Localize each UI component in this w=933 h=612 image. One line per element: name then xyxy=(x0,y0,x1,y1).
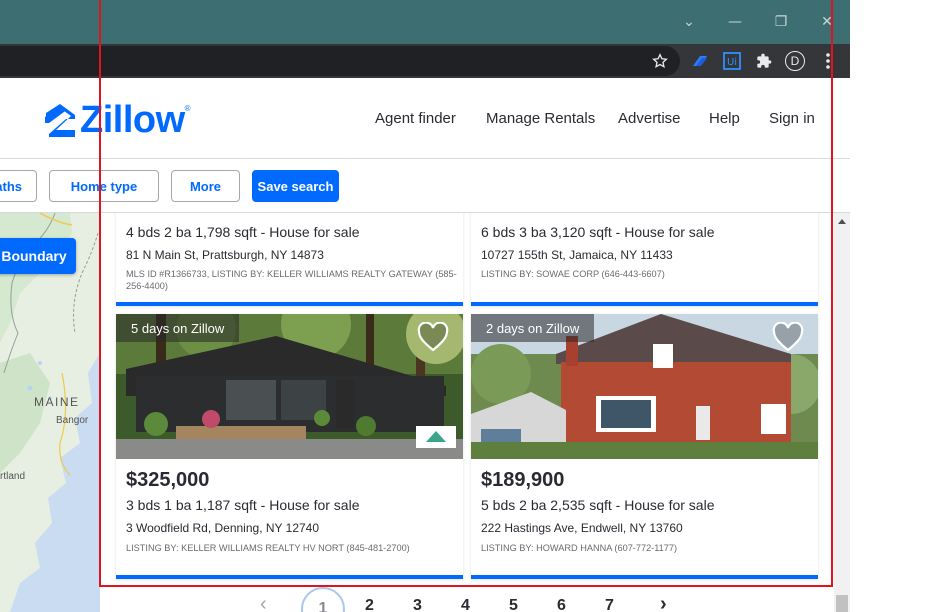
listing-broker: LISTING BY: HOWARD HANNA (607-772-1177) xyxy=(481,543,678,553)
logo-wordmark: Zillow xyxy=(80,98,185,141)
card-accent-bar xyxy=(116,302,463,306)
address-bar[interactable] xyxy=(0,46,680,76)
listing-facts: 3 bds 1 ba 1,187 sqft - House for sale xyxy=(126,497,360,513)
listing-facts: 6 bds 3 ba 3,120 sqft - House for sale xyxy=(481,224,715,240)
save-search-button[interactable]: Save search xyxy=(252,170,339,202)
page-6[interactable]: 6 xyxy=(557,597,566,612)
filter-bar: aths Home type More Save search xyxy=(0,159,850,213)
nav-manage-rentals[interactable]: Manage Rentals xyxy=(486,110,595,127)
listing-facts: 4 bds 2 ba 1,798 sqft - House for sale xyxy=(126,224,360,240)
bookmark-star-icon[interactable] xyxy=(649,50,671,72)
save-heart-icon[interactable] xyxy=(772,322,804,352)
card-accent-bar xyxy=(471,302,818,306)
zillow-logo[interactable]: Zillow ® xyxy=(44,98,191,141)
days-on-zillow-badge: 5 days on Zillow xyxy=(116,314,240,342)
nav-help[interactable]: Help xyxy=(709,110,740,127)
page-4[interactable]: 4 xyxy=(461,597,470,612)
map[interactable]: Boundary MAINE Bangor rtland xyxy=(0,213,100,612)
restore-icon[interactable]: ❐ xyxy=(771,12,791,32)
results-scrollbar[interactable] xyxy=(834,213,850,612)
listing-card[interactable]: 2 days on Zillow $189,900 5 bds 2 ba 2,5… xyxy=(471,314,818,579)
listing-address[interactable]: 3 Woodfield Rd, Denning, NY 12740 xyxy=(126,521,319,535)
nav-advertise[interactable]: Advertise xyxy=(618,110,681,127)
map-state-label: MAINE xyxy=(34,395,80,409)
registered-mark: ® xyxy=(184,103,191,113)
more-filter-button[interactable]: More xyxy=(171,170,240,202)
uipath-extension-icon[interactable]: Ui xyxy=(721,50,743,72)
browser-toolbar: Ui D xyxy=(0,44,850,78)
listing-broker: LISTING BY: KELLER WILLIAMS REALTY HV NO… xyxy=(126,543,410,553)
scroll-up-arrow-icon[interactable] xyxy=(838,219,846,224)
tab-search-icon[interactable]: ⌄ xyxy=(679,12,699,32)
screen: ⌄ — ❐ ✕ Ui D Zillow ® Agent finder Manag… xyxy=(0,0,933,612)
zillow-house-icon xyxy=(45,104,75,137)
scrollbar-thumb[interactable] xyxy=(836,595,848,612)
browser-titlebar: ⌄ — ❐ ✕ xyxy=(0,0,850,44)
card-accent-bar xyxy=(471,575,818,579)
listing-broker: LISTING BY: SOWAE CORP (646-443-6607) xyxy=(481,269,665,279)
map-city-label-partial: rtland xyxy=(0,471,26,482)
listing-card[interactable]: 5 days on Zillow $325,000 3 bds 1 ba 1,1… xyxy=(116,314,463,579)
days-on-zillow-badge: 2 days on Zillow xyxy=(471,314,595,342)
pagination: ‹ 1 2 3 4 5 6 7 › xyxy=(100,585,834,612)
map-city-label: Bangor xyxy=(56,415,89,426)
listing-broker: MLS ID #R1366733, LISTING BY: KELLER WIL… xyxy=(126,269,457,291)
site-header: Zillow ® Agent finder Manage Rentals Adv… xyxy=(0,78,850,159)
next-page-button[interactable]: › xyxy=(660,593,667,612)
save-heart-icon[interactable] xyxy=(417,322,449,352)
page-5[interactable]: 5 xyxy=(509,597,518,612)
listing-card[interactable]: 6 bds 3 ba 3,120 sqft - House for sale 1… xyxy=(471,213,818,306)
remove-boundary-button[interactable]: Boundary xyxy=(0,238,76,274)
prev-page-button[interactable]: ‹ xyxy=(260,593,267,612)
profile-avatar[interactable]: D xyxy=(785,51,805,71)
minimize-icon[interactable]: — xyxy=(725,12,745,32)
listing-photo[interactable]: 2 days on Zillow xyxy=(471,314,818,459)
svg-text:Ui: Ui xyxy=(727,57,737,68)
listing-price: $189,900 xyxy=(481,469,565,491)
close-icon[interactable]: ✕ xyxy=(817,12,837,32)
listing-photo[interactable]: 5 days on Zillow xyxy=(116,314,463,459)
home-type-filter-button[interactable]: Home type xyxy=(49,170,159,202)
listing-card[interactable]: 4 bds 2 ba 1,798 sqft - House for sale 8… xyxy=(116,213,463,306)
page-2[interactable]: 2 xyxy=(365,597,374,612)
listing-address[interactable]: 10727 155th St, Jamaica, NY 11433 xyxy=(481,248,673,262)
baths-filter-button[interactable]: aths xyxy=(0,170,37,202)
extension-arrow-icon[interactable] xyxy=(689,50,711,72)
page-current[interactable]: 1 xyxy=(301,587,345,612)
card-accent-bar xyxy=(116,575,463,579)
listing-price: $325,000 xyxy=(126,469,210,491)
nav-agent-finder[interactable]: Agent finder xyxy=(375,110,456,127)
page-3[interactable]: 3 xyxy=(413,597,422,612)
listing-address[interactable]: 222 Hastings Ave, Endwell, NY 13760 xyxy=(481,521,683,535)
page-7[interactable]: 7 xyxy=(605,597,614,612)
browser-menu-icon[interactable] xyxy=(817,50,839,72)
listing-facts: 5 bds 2 ba 2,535 sqft - House for sale xyxy=(481,497,715,513)
nav-sign-in[interactable]: Sign in xyxy=(769,110,815,127)
listing-results: 4 bds 2 ba 1,798 sqft - House for sale 8… xyxy=(100,213,834,612)
extensions-puzzle-icon[interactable] xyxy=(753,50,775,72)
listing-address[interactable]: 81 N Main St, Prattsburgh, NY 14873 xyxy=(126,248,324,262)
